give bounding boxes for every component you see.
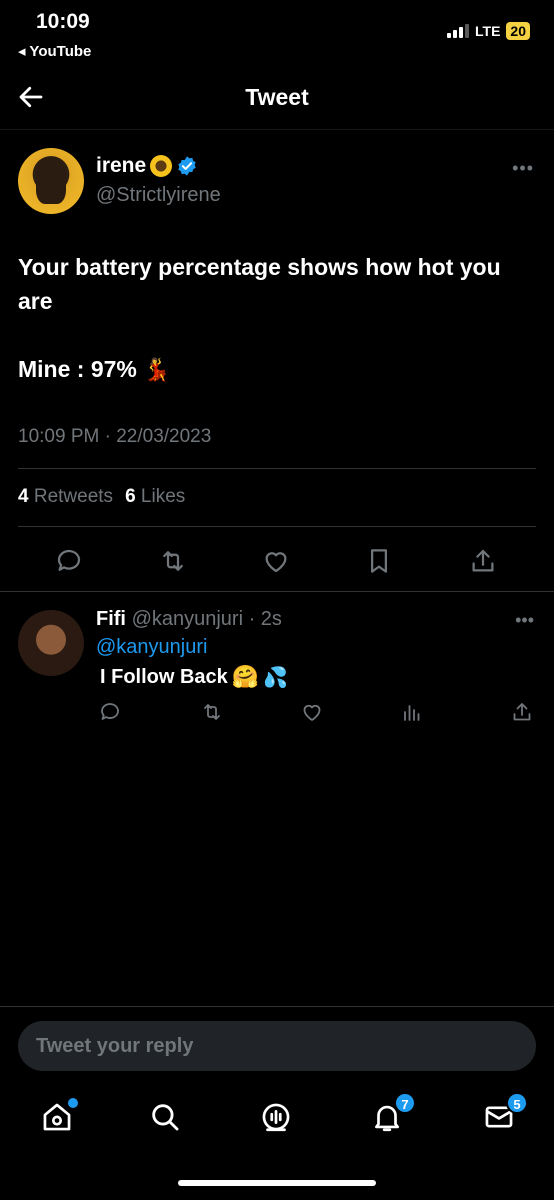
author-handle[interactable]: @Strictlyirene	[96, 184, 221, 207]
status-indicators: LTE 20	[447, 22, 530, 40]
tweet-text-mine: Mine : 97%	[18, 356, 137, 382]
reply-author-name[interactable]: Fifi	[96, 608, 126, 630]
retweets-stat[interactable]: 4 Retweets	[18, 486, 113, 508]
reply-author-handle[interactable]: @kanyunjuri · 2s	[132, 608, 282, 630]
status-bar: 10:09 ◂ YouTube LTE 20	[0, 0, 554, 64]
reply-text: I Follow Back	[100, 665, 228, 688]
reply-more-icon[interactable]: •••	[515, 610, 534, 631]
retweet-icon[interactable]	[158, 546, 188, 576]
share-icon[interactable]	[468, 546, 498, 576]
hugging-emoji-icon: 🤗	[231, 664, 260, 689]
spaces-icon	[262, 1103, 290, 1132]
search-icon	[152, 1104, 179, 1131]
tweet-stats: 4 Retweets 6 Likes	[18, 486, 185, 508]
nav-home[interactable]	[40, 1098, 78, 1134]
bookmark-icon[interactable]	[364, 546, 394, 576]
back-to-app-link[interactable]: ◂ YouTube	[18, 42, 91, 60]
reply-input[interactable]	[18, 1021, 536, 1071]
share-icon[interactable]	[510, 700, 534, 724]
tweet-text-line2: Mine : 97% 💃	[18, 352, 171, 387]
reply-icon[interactable]	[98, 700, 122, 724]
messages-badge: 5	[506, 1092, 528, 1114]
dancer-emoji-icon: 💃	[143, 357, 171, 382]
views-icon[interactable]	[400, 700, 424, 724]
verified-icon	[178, 156, 196, 176]
like-icon[interactable]	[261, 546, 291, 576]
nav-messages[interactable]: 5	[482, 1092, 528, 1134]
sweat-droplets-emoji-icon: 💦	[263, 666, 289, 689]
signal-icon	[447, 24, 470, 38]
reply-header[interactable]: Fifi @kanyunjuri · 2s	[96, 608, 282, 631]
home-indicator	[178, 1180, 376, 1186]
nav-notifications[interactable]: 7	[370, 1092, 416, 1134]
page-title: Tweet	[245, 84, 309, 110]
tweet-timestamp[interactable]: 10:09 PM · 22/03/2023	[18, 426, 211, 448]
reply-icon[interactable]	[54, 546, 84, 576]
retweet-icon[interactable]	[200, 700, 224, 724]
nav-spaces[interactable]	[259, 1100, 293, 1134]
like-icon[interactable]	[300, 700, 324, 724]
new-content-dot	[68, 1098, 78, 1108]
tweet-actions	[0, 542, 554, 582]
reply-tweet[interactable]: Fifi @kanyunjuri · 2s ••• @kanyunjuri I …	[0, 592, 554, 742]
reply-composer	[0, 1006, 554, 1086]
main-tweet: irene @Strictlyirene ••• Your battery pe…	[0, 130, 554, 592]
more-icon[interactable]: •••	[512, 158, 534, 179]
author-name-row[interactable]: irene	[96, 154, 198, 178]
reply-text-row: I Follow Back 🤗 💦	[100, 664, 288, 690]
battery-indicator: 20	[506, 22, 530, 40]
top-bar: Tweet	[0, 64, 554, 130]
network-label: LTE	[475, 23, 501, 39]
notifications-badge: 7	[394, 1092, 416, 1114]
reply-avatar[interactable]	[18, 610, 84, 676]
reply-mention[interactable]: @kanyunjuri	[96, 636, 207, 659]
author-name[interactable]: irene	[96, 154, 146, 178]
sunflower-emoji-icon	[150, 155, 173, 177]
status-time: 10:09	[36, 10, 90, 33]
tweet-text: Your battery percentage shows how hot yo…	[18, 254, 501, 314]
nav-search[interactable]	[148, 1100, 182, 1134]
likes-stat[interactable]: 6 Likes	[125, 486, 185, 508]
divider	[18, 468, 536, 469]
divider	[18, 526, 536, 527]
avatar[interactable]	[18, 148, 84, 214]
